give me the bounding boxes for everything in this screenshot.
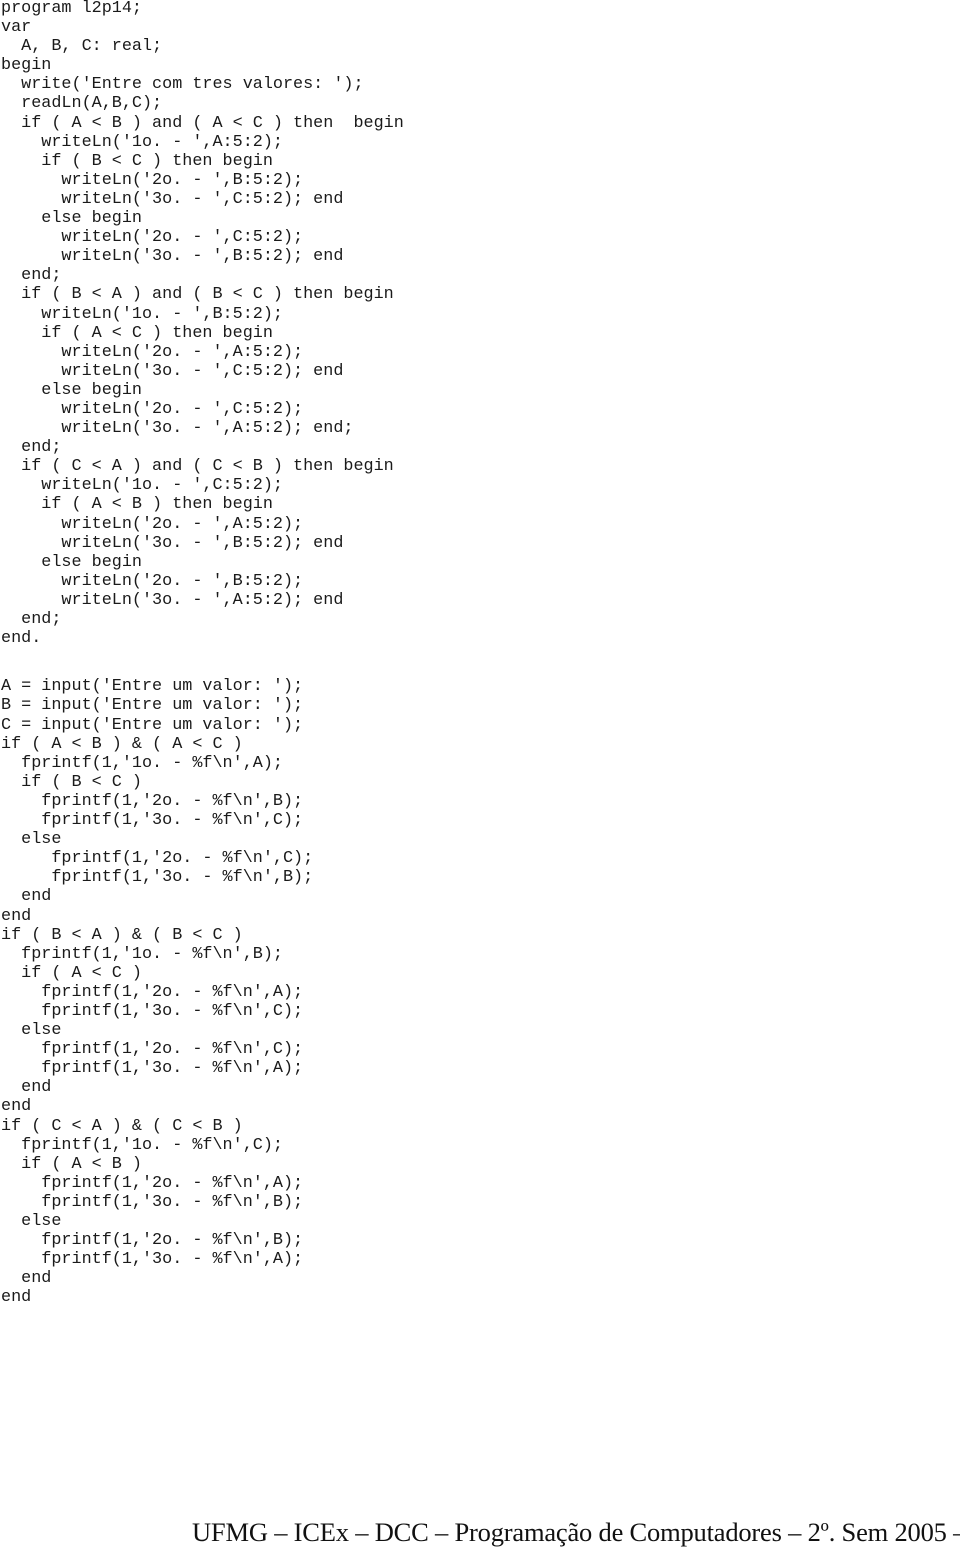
matlab-code-line: fprintf(1,'1o. - %f\n',C); (1, 1135, 283, 1155)
matlab-code-line: end (1, 887, 52, 907)
matlab-code-line: if ( A < B ) & ( A < C ) (1, 734, 243, 754)
pascal-code-line: writeLn('2o. - ',C:5:2); (1, 228, 304, 248)
matlab-code-line: fprintf(1,'3o. - %f\n',C); (1, 811, 304, 831)
matlab-code-line: fprintf(1,'3o. - %f\n',B); (1, 868, 314, 888)
pascal-code-line: writeLn('3o. - ',B:5:2); end (1, 247, 344, 267)
pascal-code-line: if ( C < A ) and ( C < B ) then begin (1, 457, 394, 477)
pascal-code-line: writeLn('3o. - ',A:5:2); end (1, 590, 344, 610)
matlab-code-line: end (1, 1078, 52, 1098)
matlab-code-line: fprintf(1,'2o. - %f\n',C); (1, 1040, 304, 1060)
pascal-code-line: var (1, 18, 32, 38)
pascal-code-line: writeLn('1o. - ',B:5:2); (1, 304, 283, 324)
matlab-code-line: fprintf(1,'3o. - %f\n',B); (1, 1192, 304, 1212)
matlab-code-line: if ( A < C ) (1, 963, 142, 983)
matlab-code-line: B = input('Entre um valor: '); (1, 696, 304, 716)
matlab-code-line: end (1, 906, 32, 926)
matlab-code-line: fprintf(1,'2o. - %f\n',A); (1, 982, 304, 1002)
matlab-code-line: fprintf(1,'2o. - %f\n',C); (1, 849, 314, 869)
pascal-code-line: if ( A < B ) and ( A < C ) then begin (1, 113, 404, 133)
pascal-code-line: writeLn('3o. - ',C:5:2); end (1, 361, 344, 381)
pascal-code-line: if ( A < B ) then begin (1, 495, 273, 515)
pascal-code-line: if ( B < C ) then begin (1, 151, 273, 171)
matlab-code-line: if ( A < B ) (1, 1154, 142, 1174)
pascal-code-block: program l2p14; var A, B, C: real; begin wr… (1, 0, 404, 648)
matlab-code-line: fprintf(1,'3o. - %f\n',A); (1, 1250, 304, 1270)
pascal-code-line: writeLn('3o. - ',C:5:2); end (1, 189, 344, 209)
pascal-code-line: end; (1, 438, 62, 458)
pascal-code-line: writeLn('3o. - ',B:5:2); end (1, 533, 344, 553)
matlab-code-line: fprintf(1,'1o. - %f\n',B); (1, 944, 283, 964)
pascal-code-line: writeLn('2o. - ',B:5:2); (1, 170, 304, 190)
matlab-code-line: if ( B < A ) & ( B < C ) (1, 925, 243, 945)
pascal-code-line: else begin (1, 380, 142, 400)
matlab-code-line: fprintf(1,'3o. - %f\n',A); (1, 1059, 304, 1079)
slide-footer: UFMG – ICEx – DCC – Programação de Compu… (192, 1517, 960, 1547)
pascal-code-line: writeLn('3o. - ',A:5:2); end; (1, 419, 354, 439)
pascal-code-line: if ( B < A ) and ( B < C ) then begin (1, 285, 394, 305)
matlab-code-line: end (1, 1288, 32, 1308)
matlab-code-line: else (1, 830, 62, 850)
pascal-code-line: else begin (1, 552, 142, 572)
pascal-code-line: if ( A < C ) then begin (1, 323, 273, 343)
matlab-code-line: fprintf(1,'2o. - %f\n',B); (1, 1231, 304, 1251)
matlab-code-line: fprintf(1,'2o. - %f\n',A); (1, 1173, 304, 1193)
pascal-code-line: A, B, C: real; (1, 37, 163, 57)
matlab-code-line: end (1, 1097, 32, 1117)
matlab-code-line: C = input('Entre um valor: '); (1, 715, 304, 735)
pascal-code-line: write('Entre com tres valores: '); (1, 75, 364, 95)
pascal-code-line: writeLn('1o. - ',A:5:2); (1, 132, 283, 152)
pascal-code-line: readLn(A,B,C); (1, 94, 163, 114)
matlab-code-line: fprintf(1,'1o. - %f\n',A); (1, 753, 283, 773)
pascal-code-line: writeLn('1o. - ',C:5:2); (1, 476, 283, 496)
matlab-code-line: A = input('Entre um valor: '); (1, 677, 304, 697)
matlab-code-line: else (1, 1021, 62, 1041)
pascal-code-line: else begin (1, 209, 142, 229)
pascal-code-line: writeLn('2o. - ',B:5:2); (1, 571, 304, 591)
matlab-code-line: if ( C < A ) & ( C < B ) (1, 1116, 243, 1136)
matlab-code-line: if ( B < C ) (1, 772, 142, 792)
matlab-code-line: else (1, 1212, 62, 1232)
pascal-code-line: writeLn('2o. - ',A:5:2); (1, 342, 304, 362)
matlab-code-line: fprintf(1,'3o. - %f\n',C); (1, 1001, 304, 1021)
matlab-code-line: fprintf(1,'2o. - %f\n',B); (1, 791, 304, 811)
pascal-code-line: end; (1, 610, 62, 629)
pascal-code-line: end. (1, 629, 42, 649)
pascal-code-line: begin (1, 56, 52, 76)
pascal-code-line: writeLn('2o. - ',C:5:2); (1, 399, 304, 419)
pascal-code-line: writeLn('2o. - ',A:5:2); (1, 514, 304, 534)
pascal-code-line: end; (1, 266, 62, 286)
pascal-code-line: program l2p14; (1, 0, 142, 18)
matlab-code-line: end (1, 1269, 52, 1289)
matlab-code-block: A = input('Entre um valor: '); B = input(… (1, 677, 313, 1307)
